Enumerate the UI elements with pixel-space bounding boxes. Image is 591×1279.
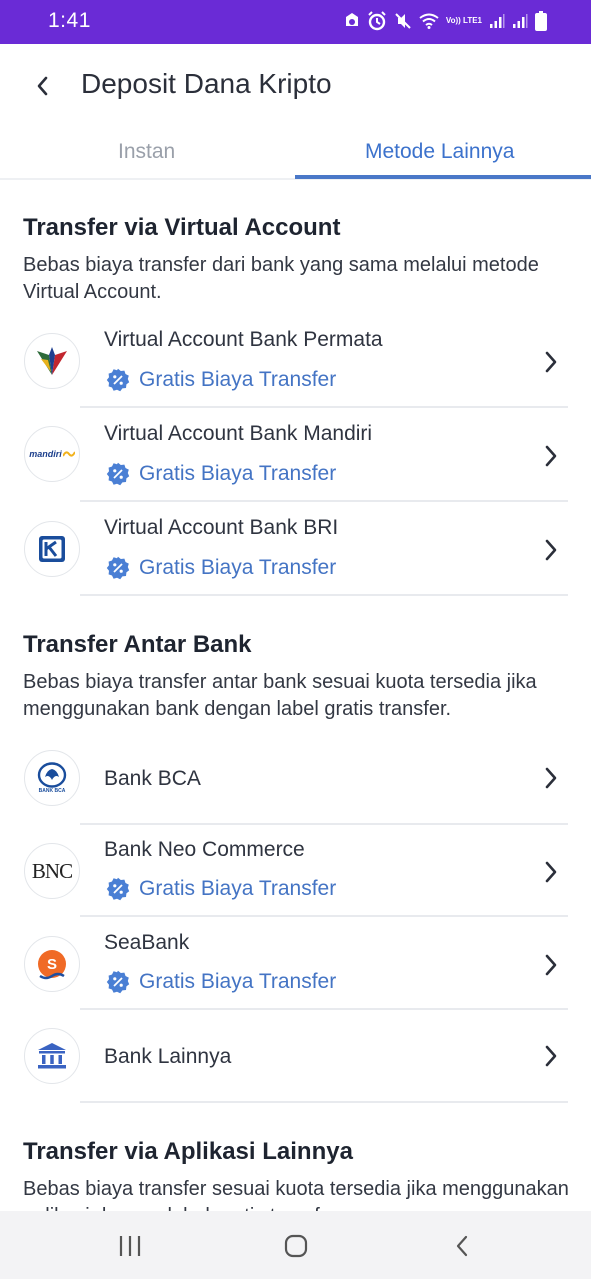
free-transfer-label: Gratis Biaya Transfer [139,556,337,579]
free-transfer-label: Gratis Biaya Transfer [139,368,337,391]
free-transfer-badge: Gratis Biaya Transfer [106,877,336,901]
payment-method-name: Bank BCA [104,767,201,790]
discount-badge-icon [106,462,130,486]
free-transfer-badge: Gratis Biaya Transfer [106,970,336,994]
signal-icon-2 [513,14,528,28]
payment-method-bri[interactable]: Virtual Account Bank BRI Gratis Biaya Tr… [0,502,591,596]
discount-badge-icon [106,368,130,392]
free-transfer-badge: Gratis Biaya Transfer [106,368,336,392]
payment-method-mandiri[interactable]: mandiri Virtual Account Bank Mandiri Gra… [0,408,591,502]
payment-method-name: Bank Neo Commerce [104,838,305,861]
alarm-notification-icon [345,13,358,26]
seabank-logo-text: S [46,955,57,973]
bnc-logo-text: BNC [31,858,73,883]
chevron-right-icon [545,767,557,789]
back-button[interactable] [24,68,60,104]
tab-instan[interactable]: Instan [118,140,175,164]
status-bar: 1:41 Vo)) LTE1 [0,0,591,44]
bank-building-icon [38,1043,66,1069]
section-title-virtual-account: Transfer via Virtual Account [23,214,341,241]
free-transfer-badge: Gratis Biaya Transfer [106,556,336,580]
payment-method-name: Virtual Account Bank Mandiri [104,422,373,445]
wifi-icon [419,13,439,29]
permata-logo [24,333,80,389]
alarm-icon [368,11,386,31]
mandiri-logo: mandiri [24,426,80,482]
bca-logo-text: BANK BCA [38,788,66,794]
seabank-logo-wave [39,972,65,980]
section-title-antar-bank: Transfer Antar Bank [23,631,252,658]
free-transfer-badge: Gratis Biaya Transfer [106,462,336,486]
bnc-logo: BNC [24,843,80,899]
chevron-left-icon [37,76,48,96]
bca-logo-mark [37,762,67,788]
list-divider [80,594,568,596]
list-divider [80,1101,568,1103]
free-transfer-label: Gratis Biaya Transfer [139,970,337,993]
home-icon [284,1234,308,1258]
chevron-right-icon [545,861,557,883]
chevron-right-icon [545,539,557,561]
recent-apps-button[interactable] [110,1231,150,1261]
chevron-right-icon [545,351,557,373]
bri-logo [24,521,80,577]
mandiri-logo-text: mandiri [29,449,62,459]
discount-badge-icon [106,970,130,994]
section-desc-virtual-account: Bebas biaya transfer dari bank yang sama… [23,254,539,303]
bank-logo-container [24,1028,80,1084]
bca-logo: BANK BCA [24,750,80,806]
tab-metode-lainnya[interactable]: Metode Lainnya [365,140,514,164]
status-icons: Vo)) LTE1 [344,10,547,32]
page-title: Deposit Dana Kripto [81,68,332,99]
discount-badge-icon [106,556,130,580]
recent-apps-icon [119,1236,141,1256]
payment-method-name: Virtual Account Bank Permata [104,328,383,351]
battery-icon [535,11,547,31]
network-type-label: Vo)) LTE1 [445,16,482,25]
permata-logo-mark [37,347,67,375]
active-tab-indicator [295,175,591,179]
payment-method-bca[interactable]: BANK BCA Bank BCA [0,732,591,825]
mandiri-logo-wave [62,451,75,457]
payment-method-bnc[interactable]: BNC Bank Neo Commerce Gratis Biaya Trans… [0,824,591,917]
app-header: Deposit Dana Kripto [0,44,591,126]
tab-bar: Instan Metode Lainnya [0,126,591,180]
chevron-right-icon [545,1045,557,1067]
section-desc-antar-bank: Bebas biaya transfer antar bank sesuai k… [23,671,537,720]
signal-icon-1 [490,14,505,28]
discount-badge-icon [106,877,130,901]
free-transfer-label: Gratis Biaya Transfer [139,877,337,900]
system-back-icon [456,1235,468,1257]
status-time: 1:41 [48,9,91,32]
system-navigation-bar [0,1211,591,1279]
home-button[interactable] [276,1231,316,1261]
system-back-button[interactable] [442,1231,482,1261]
payment-method-name: SeaBank [104,931,190,954]
bri-logo-mark [39,536,65,562]
payment-method-seabank[interactable]: S SeaBank Gratis Biaya Transfer [0,917,591,1010]
payment-method-bank-lainnya[interactable]: Bank Lainnya [0,1010,591,1103]
payment-method-name: Virtual Account Bank BRI [104,516,339,539]
free-transfer-label: Gratis Biaya Transfer [139,462,337,485]
chevron-right-icon [545,445,557,467]
payment-method-name: Bank Lainnya [104,1045,232,1068]
mute-icon [395,13,411,29]
chevron-right-icon [545,954,557,976]
seabank-logo: S [24,936,80,992]
section-title-aplikasi-lainnya: Transfer via Aplikasi Lainnya [23,1138,353,1165]
payment-method-permata[interactable]: Virtual Account Bank Permata Gratis Biay… [0,314,591,408]
